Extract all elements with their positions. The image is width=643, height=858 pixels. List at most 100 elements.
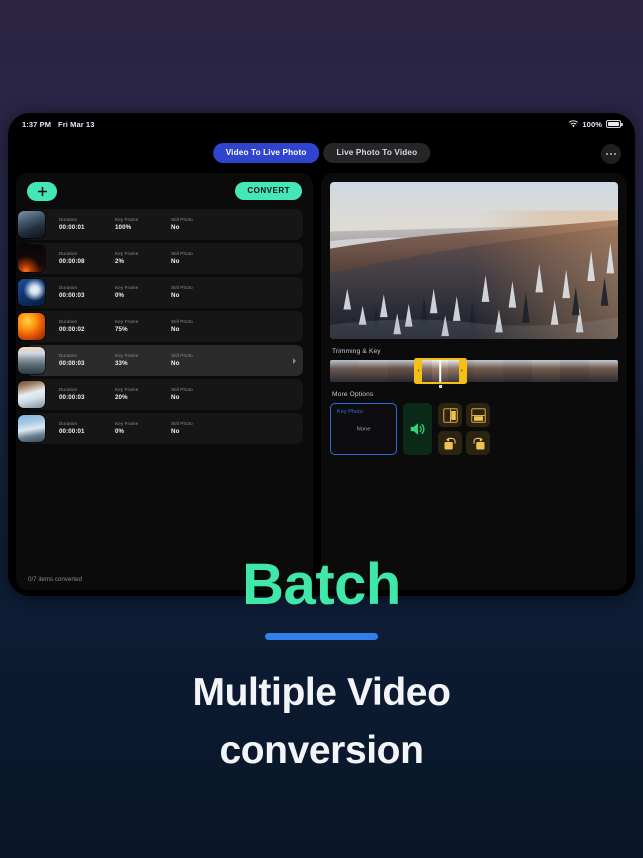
col-label-still-photo: Still Photo [171, 216, 193, 222]
key-photo-selector[interactable]: Key Photo None [330, 403, 397, 455]
col-label-key-frame: Key Frame [115, 352, 139, 358]
table-row[interactable]: Duration 00:00:01 Key Frame 100% Still P… [18, 209, 303, 240]
promo-subhead-line1: Multiple Video [192, 670, 451, 714]
row-metadata: Duration 00:00:03 Key Frame 20% Still Ph… [59, 387, 227, 402]
flip-horizontal-button[interactable] [438, 403, 462, 427]
table-row[interactable]: Duration 00:00:03 Key Frame 0% Still Pho… [18, 277, 303, 308]
add-media-button[interactable] [27, 181, 57, 201]
table-row[interactable]: Duration 00:00:08 Key Frame 2% Still Pho… [18, 243, 303, 274]
col-label-duration: Duration [59, 284, 78, 290]
status-bar-time: 1:37 PM [22, 119, 52, 129]
cell-key-frame: Key Frame 100% [115, 217, 171, 232]
tab-video-to-live-photo[interactable]: Video To Live Photo [212, 143, 320, 164]
value-still-photo: No [171, 393, 180, 401]
value-key-frame: 0% [115, 291, 125, 299]
col-label-still-photo: Still Photo [171, 284, 193, 290]
flip-horizontal-icon [442, 407, 458, 423]
volume-button[interactable] [403, 403, 432, 455]
chevron-right-icon [293, 357, 296, 364]
value-still-photo: No [171, 223, 180, 231]
value-key-frame: 100% [115, 223, 132, 231]
promo-headline: Batch [242, 552, 401, 617]
more-options-title: More Options [332, 391, 374, 398]
status-bar-right: 100% [569, 120, 623, 129]
value-duration: 00:00:03 [59, 291, 85, 299]
col-label-still-photo: Still Photo [171, 250, 193, 256]
status-bar: 1:37 PM Fri Mar 13 100% [8, 113, 635, 135]
table-row[interactable]: Duration 00:00:03 Key Frame 33% Still Ph… [18, 345, 303, 376]
cell-key-frame: Key Frame 0% [115, 285, 171, 300]
trim-selection[interactable]: ‹ › [413, 358, 467, 384]
flip-vertical-icon [470, 407, 486, 423]
col-label-key-frame: Key Frame [115, 318, 139, 324]
tab-live-photo-to-video[interactable]: Live Photo To Video [323, 143, 431, 164]
cell-duration: Duration 00:00:03 [59, 387, 115, 402]
table-row[interactable]: Duration 00:00:01 Key Frame 0% Still Pho… [18, 413, 303, 444]
row-metadata: Duration 00:00:01 Key Frame 100% Still P… [59, 217, 227, 232]
col-label-key-frame: Key Frame [115, 386, 139, 392]
trimming-timeline[interactable]: ‹ › [330, 358, 618, 388]
value-duration: 00:00:08 [59, 257, 85, 265]
cell-duration: Duration 00:00:03 [59, 353, 115, 368]
key-frame-marker[interactable] [439, 385, 443, 388]
col-label-duration: Duration [59, 386, 78, 392]
value-duration: 00:00:03 [59, 393, 85, 401]
promo-text-block: Batch Multiple Video conversion [0, 552, 643, 779]
rotate-left-button[interactable] [438, 431, 462, 455]
trim-handle-right[interactable]: › [458, 360, 465, 382]
row-metadata: Duration 00:00:01 Key Frame 0% Still Pho… [59, 421, 227, 436]
app-nav-bar: Video To Live Photo Live Photo To Video [8, 135, 635, 173]
value-still-photo: No [171, 325, 180, 333]
app-body: CONVERT Duration 00:00:01 Key Frame 100% [16, 173, 627, 590]
cell-still-photo: Still Photo No [171, 251, 227, 266]
col-label-duration: Duration [59, 420, 78, 426]
ellipsis-icon[interactable] [601, 144, 621, 164]
table-row[interactable]: Duration 00:00:03 Key Frame 20% Still Ph… [18, 379, 303, 410]
cell-duration: Duration 00:00:01 [59, 217, 115, 232]
trim-handle-left[interactable]: ‹ [415, 360, 422, 382]
media-thumbnail [18, 211, 45, 238]
status-bar-date: Fri Mar 13 [58, 119, 95, 129]
media-thumbnail [18, 279, 45, 306]
row-metadata: Duration 00:00:08 Key Frame 2% Still Pho… [59, 251, 227, 266]
cell-key-frame: Key Frame 20% [115, 387, 171, 402]
media-thumbnail [18, 415, 45, 442]
rotate-right-button[interactable] [466, 431, 490, 455]
cell-duration: Duration 00:00:02 [59, 319, 115, 334]
promo-divider [265, 632, 378, 640]
promo-subhead-line2: conversion [219, 728, 424, 772]
mode-segmented-control[interactable]: Video To Live Photo Live Photo To Video [212, 143, 431, 164]
col-label-key-frame: Key Frame [115, 284, 139, 290]
media-thumbnail [18, 245, 45, 272]
value-duration: 00:00:01 [59, 427, 85, 435]
cell-still-photo: Still Photo No [171, 319, 227, 334]
value-key-frame: 2% [115, 257, 125, 265]
row-metadata: Duration 00:00:03 Key Frame 33% Still Ph… [59, 353, 227, 368]
cell-still-photo: Still Photo No [171, 285, 227, 300]
cell-key-frame: Key Frame 33% [115, 353, 171, 368]
cell-still-photo: Still Photo No [171, 387, 227, 402]
options-row: Key Photo None [330, 403, 618, 455]
queue-toolbar: CONVERT [16, 173, 313, 209]
value-still-photo: No [171, 257, 180, 265]
video-preview[interactable] [330, 182, 618, 339]
rotate-left-icon [444, 437, 456, 449]
cell-still-photo: Still Photo No [171, 217, 227, 232]
col-label-still-photo: Still Photo [171, 420, 193, 426]
flip-vertical-button[interactable] [466, 403, 490, 427]
table-row[interactable]: Duration 00:00:02 Key Frame 75% Still Ph… [18, 311, 303, 342]
col-label-key-frame: Key Frame [115, 216, 139, 222]
col-label-key-frame: Key Frame [115, 250, 139, 256]
value-key-frame: 75% [115, 325, 128, 333]
col-label-duration: Duration [59, 352, 78, 358]
value-key-frame: 0% [115, 427, 125, 435]
row-metadata: Duration 00:00:02 Key Frame 75% Still Ph… [59, 319, 227, 334]
plus-icon [37, 186, 47, 196]
media-queue-list[interactable]: Duration 00:00:01 Key Frame 100% Still P… [16, 209, 313, 568]
cell-still-photo: Still Photo No [171, 421, 227, 436]
trimming-section-title: Trimming & Key [332, 348, 381, 355]
col-label-still-photo: Still Photo [171, 318, 193, 324]
convert-button[interactable]: CONVERT [235, 182, 302, 200]
promo-subhead: Multiple Video conversion [0, 664, 643, 779]
battery-icon [606, 120, 623, 128]
